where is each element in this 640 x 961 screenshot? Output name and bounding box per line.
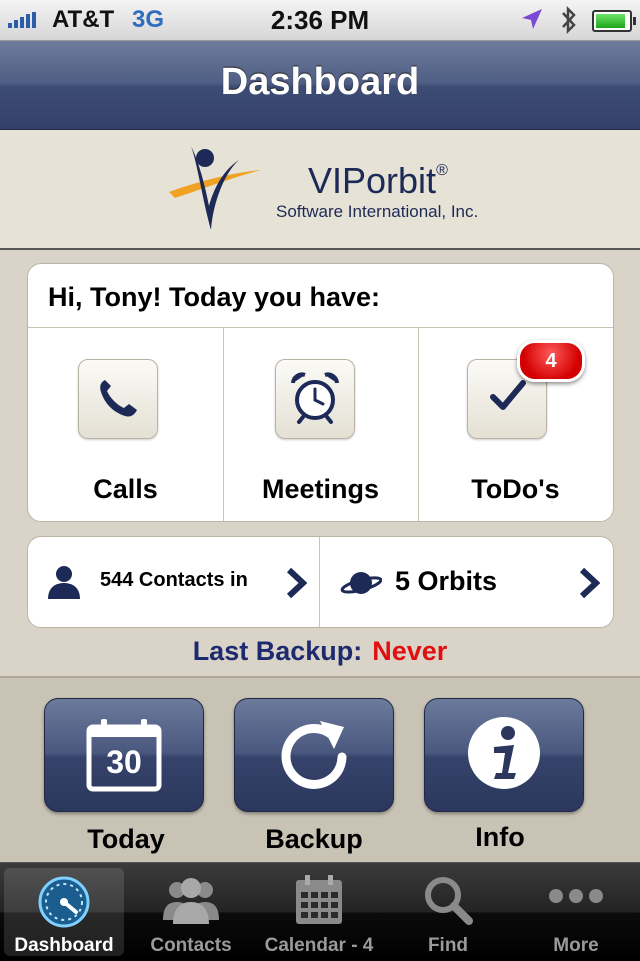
magnifier-icon	[388, 874, 508, 926]
orbits-count-label: 5 Orbits	[395, 566, 498, 596]
info-button[interactable]	[424, 698, 584, 812]
today-button[interactable]: 30	[44, 698, 204, 812]
tab-dashboard[interactable]: Dashboard	[4, 868, 124, 956]
today-summary-card: Hi, Tony! Today you have: Calls Meetings…	[27, 263, 614, 522]
status-time: 2:36 PM	[270, 5, 370, 35]
checkmark-icon	[487, 377, 527, 422]
bluetooth-icon	[560, 5, 578, 40]
tab-calendar[interactable]: Calendar - 4	[259, 868, 379, 956]
more-dots-icon	[516, 874, 636, 924]
tab-label: Find	[427, 935, 469, 956]
battery-icon	[592, 10, 636, 32]
planet-icon	[340, 567, 383, 604]
tab-label: Contacts	[150, 935, 232, 956]
info-icon	[464, 713, 544, 798]
tab-more[interactable]: More	[516, 868, 636, 956]
greeting-text: Hi, Tony! Today you have:	[48, 282, 381, 312]
last-backup-value: Never	[372, 636, 448, 666]
contacts-orbits-card: 544 Contacts in 5 Orbits	[27, 536, 614, 628]
tab-label: Calendar - 4	[264, 935, 374, 956]
tab-bar: Dashboard Contacts Calendar - 4 Find Mor…	[0, 862, 640, 961]
person-icon	[46, 565, 82, 604]
page-title: Dashboard	[220, 61, 420, 103]
info-label[interactable]: Info	[400, 822, 600, 853]
alarm-clock-icon	[287, 369, 343, 430]
tab-find[interactable]: Find	[388, 868, 508, 956]
tab-label: More	[553, 935, 599, 956]
quick-actions: 30 Today Backup Info	[0, 676, 640, 864]
last-backup-label: Last Backup:	[192, 636, 363, 666]
calendar-grid-icon	[259, 874, 379, 926]
company-logo-banner: VIPorbit® Software International, Inc.	[0, 130, 640, 250]
logo-wordmark: VIPorbit®	[308, 160, 448, 201]
chevron-right-icon	[285, 567, 308, 604]
tab-label: Dashboard	[14, 935, 114, 956]
logo-subtitle: Software International, Inc.	[276, 202, 479, 221]
status-bar: AT&T 3G 2:36 PM	[0, 0, 640, 41]
viporbit-logo-icon	[165, 142, 265, 239]
todos-count-badge: 4	[517, 340, 585, 382]
contacts-count-label: 544 Contacts in	[100, 569, 248, 591]
calls-label[interactable]: Calls	[28, 474, 223, 505]
last-backup-status: Last Backup: Never	[0, 636, 640, 667]
calendar-day-number: 30	[106, 744, 142, 780]
divider	[28, 327, 613, 328]
contacts-row[interactable]: 544 Contacts in	[28, 537, 319, 627]
calls-button[interactable]	[78, 359, 158, 439]
chevron-right-icon	[578, 567, 601, 604]
tab-contacts[interactable]: Contacts	[131, 868, 251, 956]
people-icon	[131, 874, 251, 926]
speedometer-icon	[4, 874, 124, 930]
navigation-bar: Dashboard	[0, 41, 640, 130]
phone-icon	[95, 374, 141, 425]
meetings-label[interactable]: Meetings	[223, 474, 418, 505]
refresh-icon	[274, 713, 354, 798]
meetings-button[interactable]	[275, 359, 355, 439]
location-arrow-icon	[520, 7, 544, 36]
backup-button[interactable]	[234, 698, 394, 812]
todos-label[interactable]: ToDo's	[418, 474, 613, 505]
backup-label[interactable]: Backup	[214, 824, 414, 855]
calendar-icon: 30	[85, 717, 163, 793]
today-label[interactable]: Today	[26, 824, 226, 855]
